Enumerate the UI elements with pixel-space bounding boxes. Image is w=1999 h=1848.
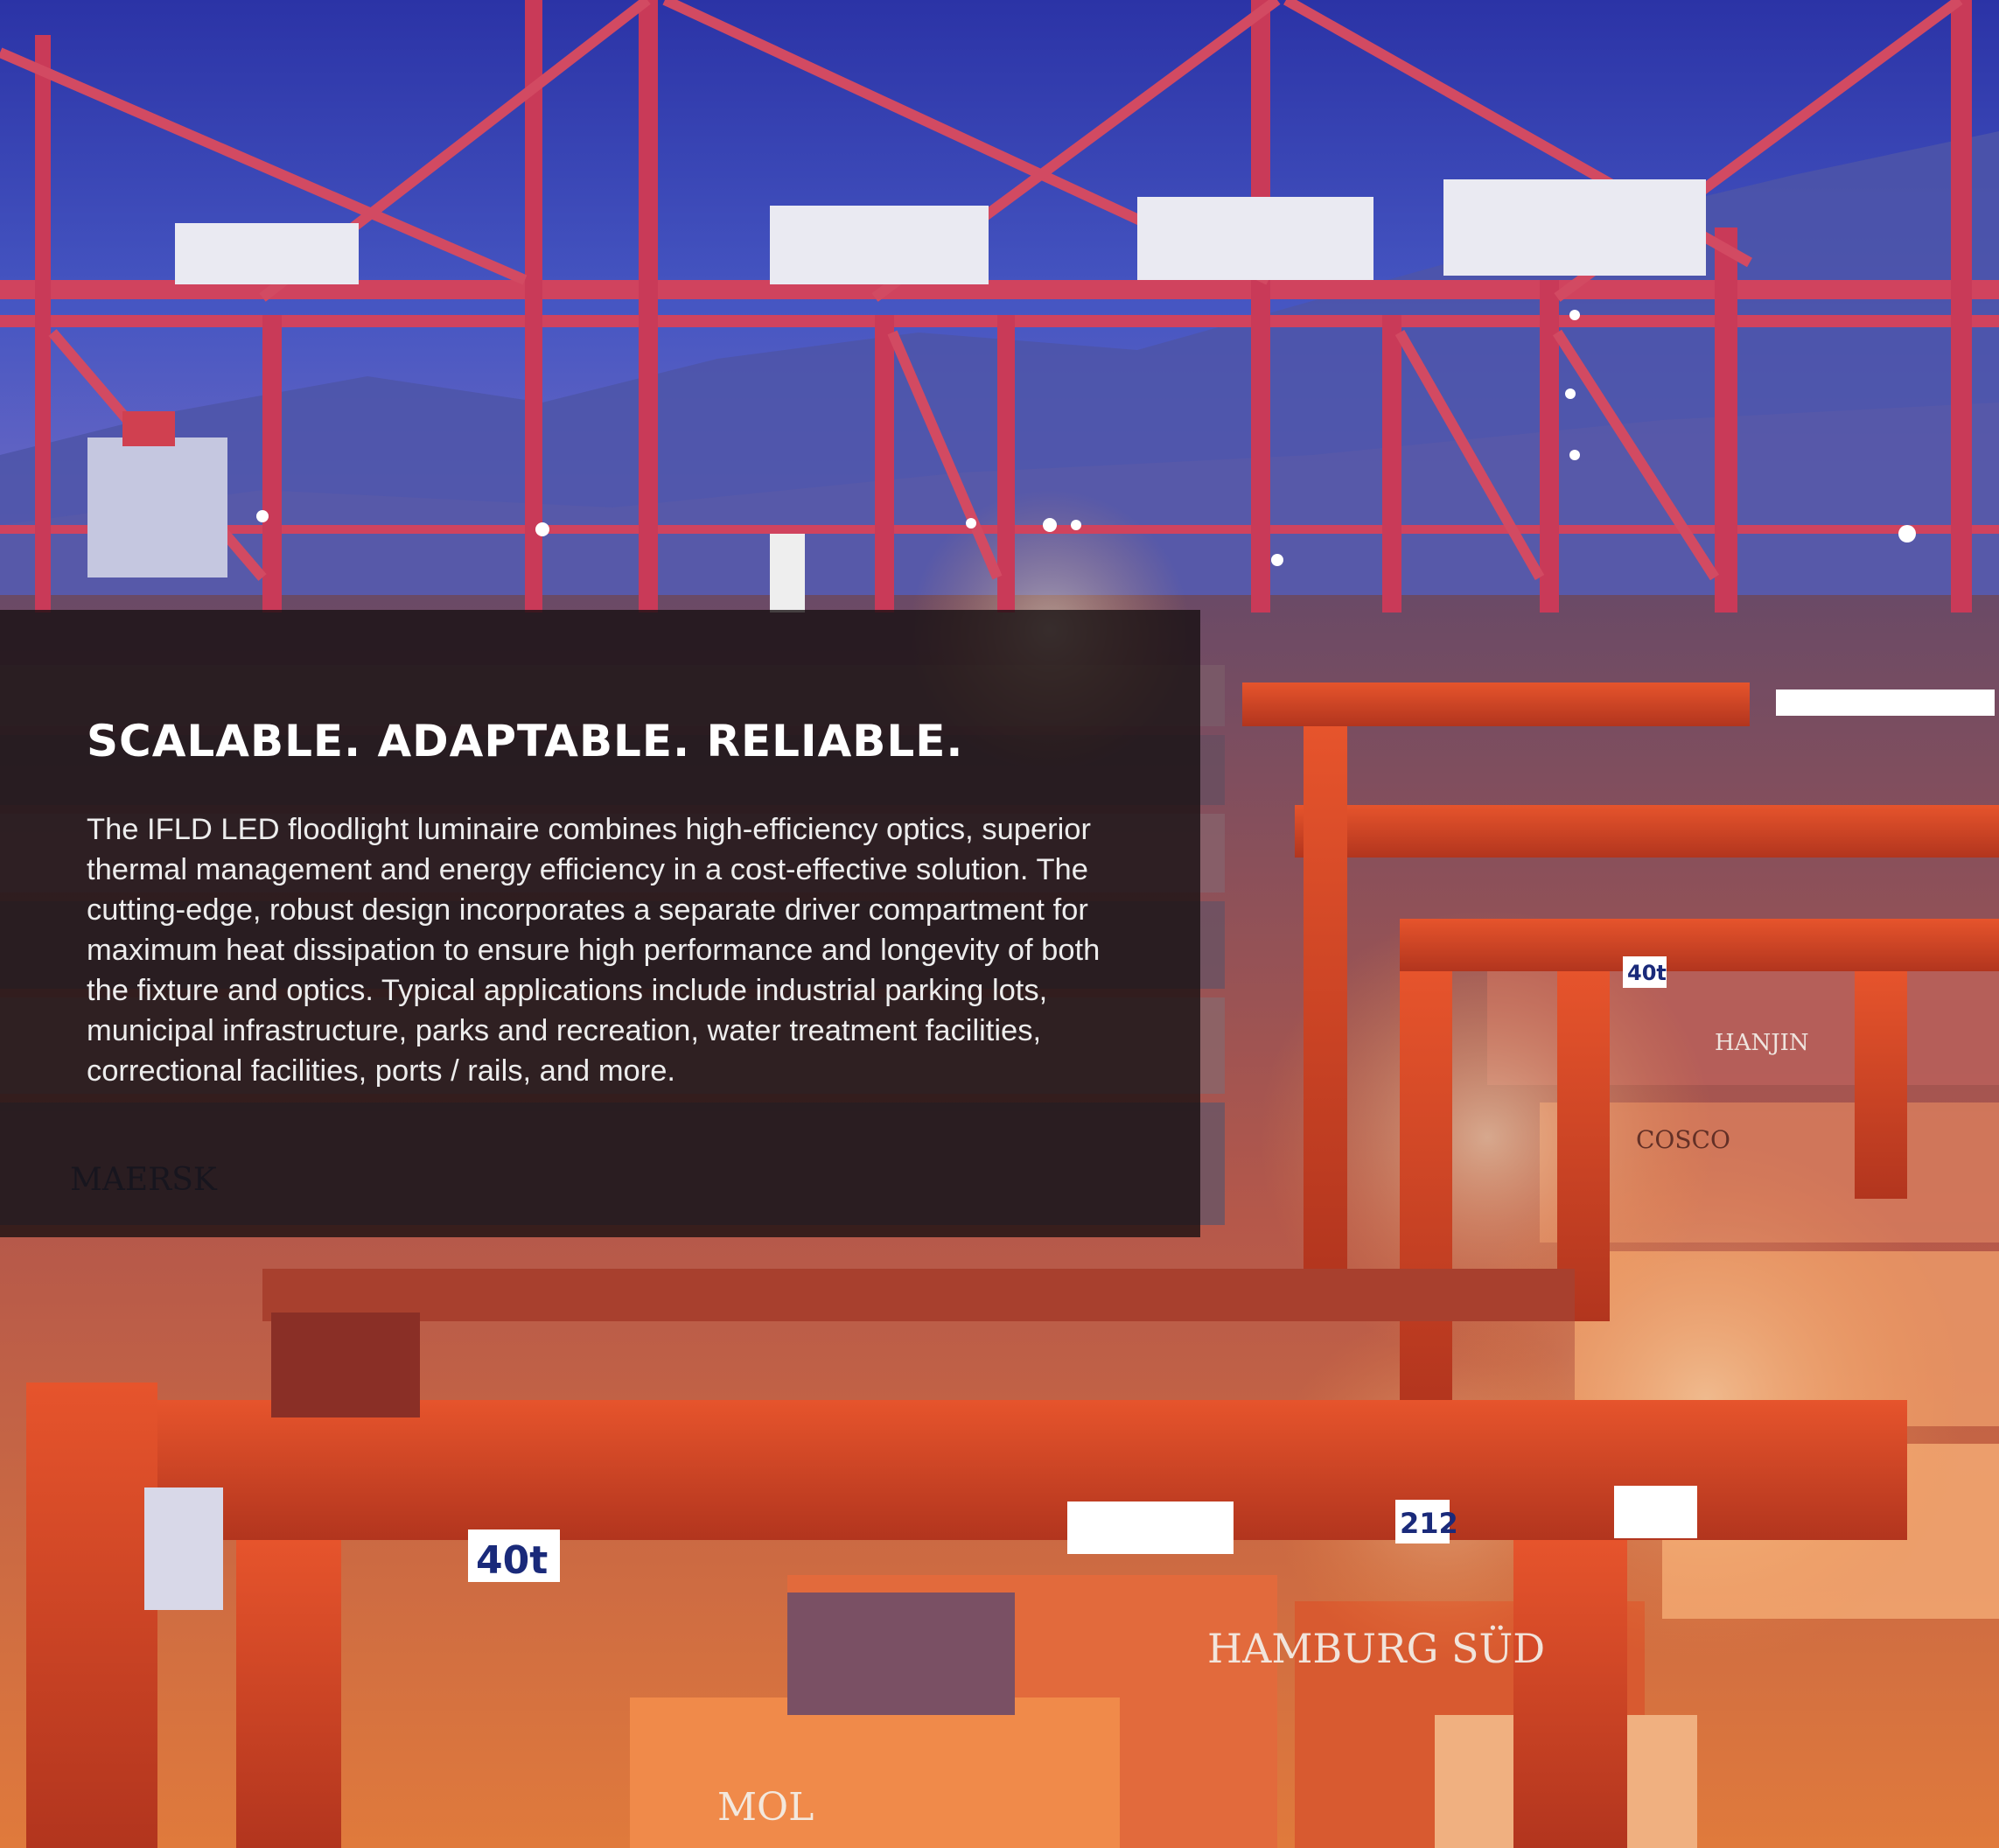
svg-text:40t: 40t <box>1627 961 1667 985</box>
svg-text:40t: 40t <box>476 1538 548 1583</box>
headline: SCALABLE. ADAPTABLE. RELIABLE. <box>87 716 964 766</box>
text-overlay-panel: SCALABLE. ADAPTABLE. RELIABLE. The IFLD … <box>0 610 1200 1237</box>
svg-text:MOL: MOL <box>717 1785 814 1830</box>
svg-text:HANJIN: HANJIN <box>1715 1030 1809 1056</box>
svg-text:HAMBURG SÜD: HAMBURG SÜD <box>1207 1624 1545 1672</box>
svg-text:COSCO: COSCO <box>1636 1125 1730 1154</box>
svg-text:212: 212 <box>1400 1507 1458 1540</box>
body-paragraph: The IFLD LED floodlight luminaire combin… <box>87 813 1101 1088</box>
